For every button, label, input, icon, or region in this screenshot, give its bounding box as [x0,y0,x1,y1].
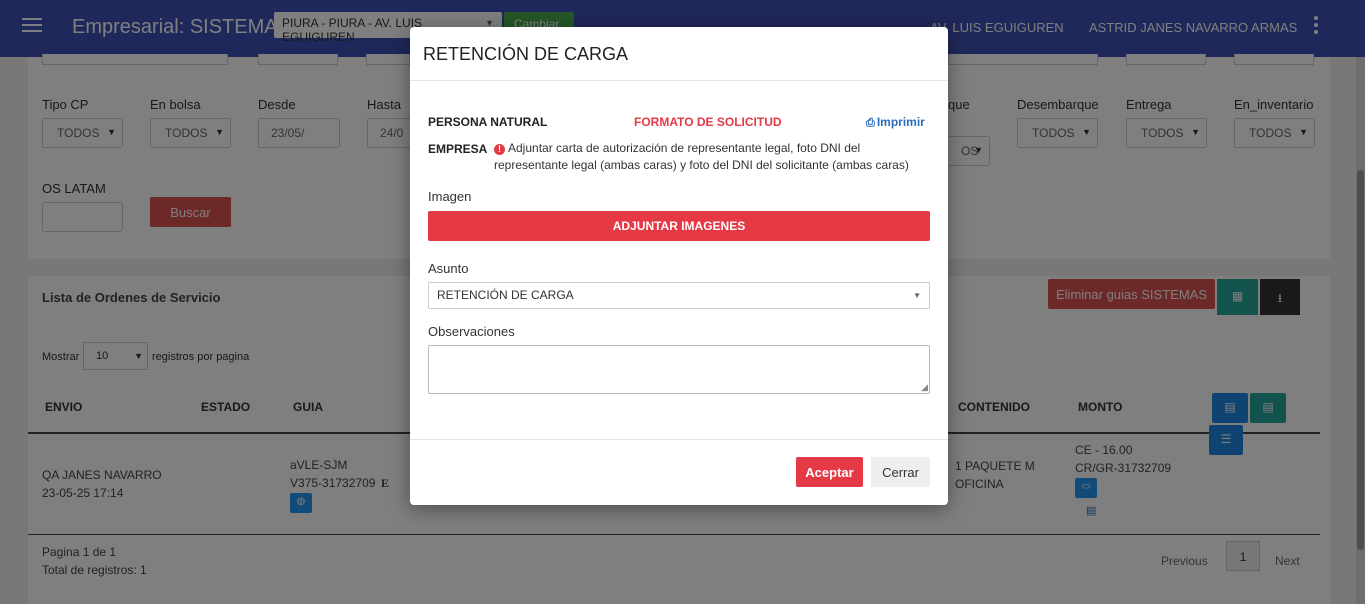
close-button[interactable]: Cerrar [871,457,930,487]
modal-header: RETENCIÓN DE CARGA [410,27,948,81]
modal-footer: Aceptar Cerrar [410,439,948,505]
observaciones-label: Observaciones [428,324,515,339]
modal-title: RETENCIÓN DE CARGA [423,44,629,64]
asunto-value: RETENCIÓN DE CARGA [437,288,574,302]
print-icon: ⎙ [866,117,875,129]
accept-button[interactable]: Aceptar [796,457,863,487]
retention-modal: RETENCIÓN DE CARGA PERSONA NATURAL FORMA… [410,27,948,505]
attach-images-button[interactable]: ADJUNTAR IMAGENES [428,211,930,241]
chevron-down-icon: ▼ [913,291,921,300]
persona-natural-label: PERSONA NATURAL [428,115,548,129]
print-link[interactable]: ⎙ Imprimir [866,115,925,130]
info-icon: ! [494,144,505,155]
empresa-description: ! Adjuntar carta de autorización de repre… [494,140,934,174]
empresa-desc-line-2: representante legal (ambas caras) y foto… [494,158,909,172]
asunto-label: Asunto [428,261,469,276]
format-request-link[interactable]: FORMATO DE SOLICITUD [634,115,782,129]
empresa-label: EMPRESA [428,142,488,156]
resize-grip-icon[interactable]: ◢ [921,383,928,392]
print-label: Imprimir [876,115,925,129]
asunto-select[interactable]: RETENCIÓN DE CARGA ▼ [428,282,930,309]
observaciones-textarea[interactable]: ◢ [428,345,930,394]
imagen-label: Imagen [428,189,472,204]
empresa-desc-line-1: Adjuntar carta de autorización de repres… [508,141,861,155]
